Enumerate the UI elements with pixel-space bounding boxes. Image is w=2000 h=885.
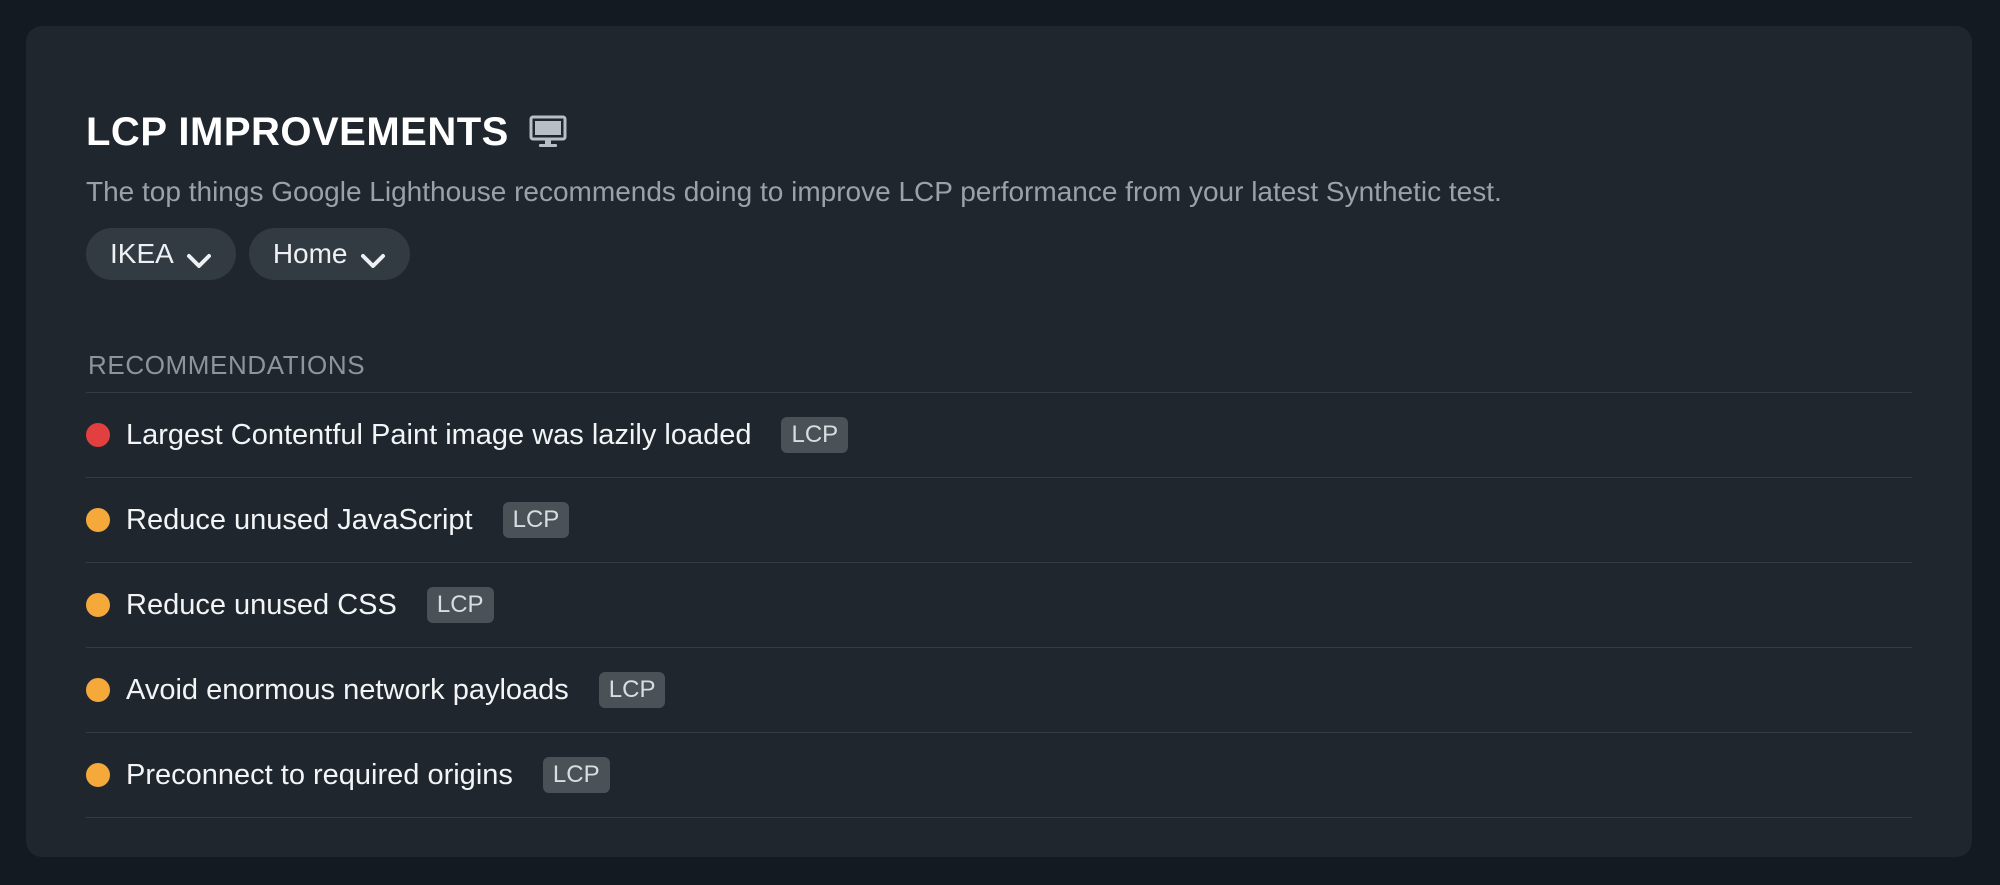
lcp-improvements-panel: LCP IMPROVEMENTS The top things Google L… xyxy=(26,26,1972,857)
recommendation-text: Preconnect to required origins xyxy=(126,759,513,791)
panel-subtitle: The top things Google Lighthouse recomme… xyxy=(86,176,1502,207)
lcp-badge: LCP xyxy=(781,417,849,453)
recommendation-text: Largest Contentful Paint image was lazil… xyxy=(126,419,752,451)
status-dot-icon xyxy=(86,508,110,532)
status-dot-icon xyxy=(86,678,110,702)
page-filter-dropdown[interactable]: Home xyxy=(248,228,410,280)
site-filter-dropdown[interactable]: IKEA xyxy=(86,228,236,280)
recommendation-text: Avoid enormous network payloads xyxy=(126,674,569,706)
status-dot-icon xyxy=(86,423,110,447)
panel-title: LCP IMPROVEMENTS xyxy=(86,110,509,154)
lcp-badge: LCP xyxy=(598,672,666,708)
status-dot-icon xyxy=(86,593,110,617)
recommendations-list: Largest Contentful Paint image was lazil… xyxy=(86,392,1912,818)
lcp-badge: LCP xyxy=(542,757,610,793)
page-filter-label: Home xyxy=(272,238,348,269)
recommendation-row[interactable]: Largest Contentful Paint image was lazil… xyxy=(86,393,1912,478)
lcp-badge: LCP xyxy=(426,587,494,623)
panel-header: LCP IMPROVEMENTS xyxy=(86,106,567,158)
chevron-down-icon xyxy=(186,245,212,268)
site-filter-label: IKEA xyxy=(110,238,174,269)
recommendation-text: Reduce unused CSS xyxy=(126,589,397,621)
lcp-badge: LCP xyxy=(502,502,570,538)
status-dot-icon xyxy=(86,763,110,787)
recommendation-text: Reduce unused JavaScript xyxy=(126,504,473,536)
chevron-down-icon xyxy=(360,245,386,268)
monitor-icon xyxy=(529,115,567,149)
recommendation-row[interactable]: Preconnect to required origins LCP xyxy=(86,733,1912,818)
filter-bar: IKEA Home xyxy=(86,228,410,280)
recommendation-row[interactable]: Reduce unused CSS LCP xyxy=(86,563,1912,648)
recommendation-row[interactable]: Reduce unused JavaScript LCP xyxy=(86,478,1912,563)
recommendations-heading: RECOMMENDATIONS xyxy=(88,350,366,380)
recommendation-row[interactable]: Avoid enormous network payloads LCP xyxy=(86,648,1912,733)
